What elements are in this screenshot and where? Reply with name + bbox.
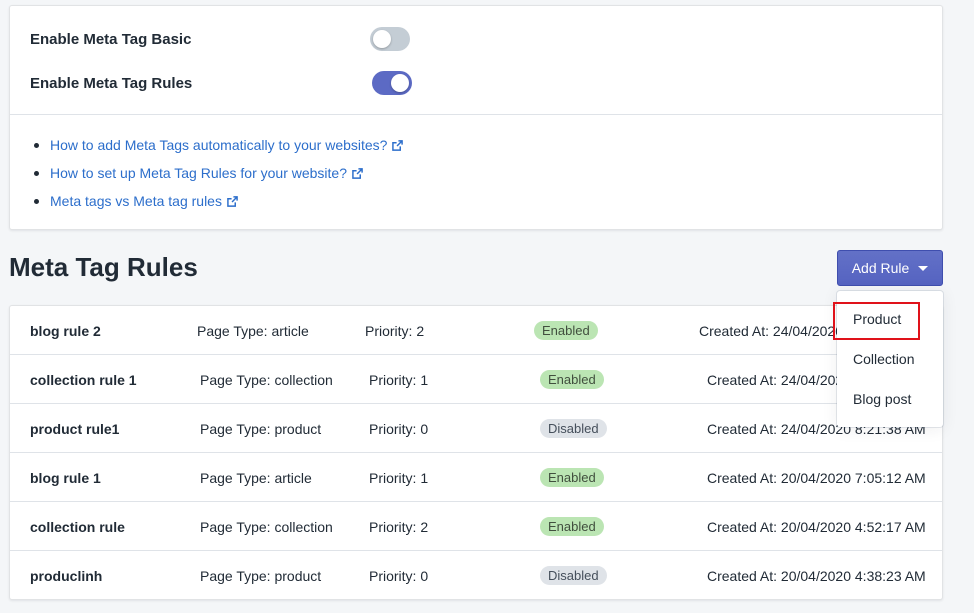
- status-badge: Disabled: [540, 419, 607, 438]
- rule-priority: Priority: 0: [369, 420, 429, 437]
- add-rule-label: Add Rule: [851, 260, 910, 276]
- rule-name: produclinh: [30, 567, 103, 584]
- toggle-row-rules: Enable Meta Tag Rules: [30, 68, 430, 98]
- help-link-add-meta-tags[interactable]: How to add Meta Tags automatically to yo…: [50, 137, 404, 153]
- table-row[interactable]: product rule1 Page Type: product Priorit…: [10, 404, 942, 453]
- help-list-item: How to set up Meta Tag Rules for your we…: [30, 159, 403, 187]
- table-row[interactable]: collection rule 1 Page Type: collection …: [10, 355, 942, 404]
- status-badge: Enabled: [534, 321, 598, 340]
- rule-created-at: Created At: 20/04/2020 7:05:12 AM: [707, 469, 926, 486]
- help-list-item: Meta tags vs Meta tag rules: [30, 187, 403, 215]
- external-link-icon: [392, 139, 404, 151]
- status-badge: Enabled: [540, 517, 604, 536]
- help-link-text: Meta tags vs Meta tag rules: [50, 193, 222, 209]
- rule-name: product rule1: [30, 420, 120, 437]
- toggle-label-rules: Enable Meta Tag Rules: [30, 74, 193, 92]
- help-links-list: How to add Meta Tags automatically to yo…: [30, 131, 404, 215]
- add-rule-dropdown: Product Collection Blog post: [837, 291, 943, 427]
- add-rule-button[interactable]: Add Rule: [837, 250, 943, 286]
- rule-page-type: Page Type: collection: [200, 518, 333, 535]
- rule-priority: Priority: 2: [365, 322, 425, 339]
- rule-created-at: Created At: 20/04/2020 4:38:23 AM: [707, 567, 926, 584]
- rule-page-type: Page Type: article: [197, 322, 309, 339]
- page-title: Meta Tag Rules: [9, 252, 198, 282]
- rule-name: collection rule 1: [30, 371, 137, 388]
- table-row[interactable]: produclinh Page Type: product Priority: …: [10, 551, 942, 600]
- rules-list: blog rule 2 Page Type: article Priority:…: [9, 305, 943, 600]
- help-link-setup-rules[interactable]: How to set up Meta Tag Rules for your we…: [50, 165, 363, 181]
- rule-page-type: Page Type: product: [200, 420, 322, 437]
- toggle-label-basic: Enable Meta Tag Basic: [30, 30, 192, 48]
- help-link-text: How to set up Meta Tag Rules for your we…: [50, 165, 348, 181]
- dropdown-item-blog-post[interactable]: Blog post: [837, 379, 943, 419]
- toggle-knob: [391, 74, 409, 92]
- rule-name: collection rule: [30, 518, 125, 535]
- rule-page-type: Page Type: collection: [200, 371, 333, 388]
- help-list-item: How to add Meta Tags automatically to yo…: [30, 131, 404, 159]
- table-row[interactable]: blog rule 1 Page Type: article Priority:…: [10, 453, 942, 502]
- toggle-row-basic: Enable Meta Tag Basic: [30, 24, 430, 54]
- toggle-knob: [373, 30, 391, 48]
- rule-priority: Priority: 1: [369, 469, 429, 486]
- dropdown-item-product[interactable]: Product: [837, 299, 943, 339]
- rule-priority: Priority: 0: [369, 567, 429, 584]
- divider: [10, 114, 942, 115]
- rule-page-type: Page Type: product: [200, 567, 322, 584]
- status-badge: Enabled: [540, 370, 604, 389]
- rule-name: blog rule 1: [30, 469, 101, 486]
- rule-priority: Priority: 2: [369, 518, 429, 535]
- settings-card: Enable Meta Tag Basic Enable Meta Tag Ru…: [9, 5, 943, 230]
- rule-created-at: Created At: 20/04/2020 4:52:17 AM: [707, 518, 926, 535]
- table-row[interactable]: blog rule 2 Page Type: article Priority:…: [10, 306, 942, 355]
- rule-priority: Priority: 1: [369, 371, 429, 388]
- help-link-text: How to add Meta Tags automatically to yo…: [50, 137, 388, 153]
- meta-tag-rules-toggle[interactable]: [372, 71, 412, 95]
- external-link-icon: [352, 167, 363, 179]
- caret-down-icon: [918, 265, 929, 271]
- meta-tag-basic-toggle[interactable]: [370, 27, 410, 51]
- rule-name: blog rule 2: [30, 322, 101, 339]
- rule-page-type: Page Type: article: [200, 469, 312, 486]
- dropdown-item-collection[interactable]: Collection: [837, 339, 943, 379]
- status-badge: Disabled: [540, 566, 607, 585]
- help-link-tags-vs-rules[interactable]: Meta tags vs Meta tag rules: [50, 193, 238, 209]
- status-badge: Enabled: [540, 468, 604, 487]
- table-row[interactable]: collection rule Page Type: collection Pr…: [10, 502, 942, 551]
- external-link-icon: [227, 195, 238, 207]
